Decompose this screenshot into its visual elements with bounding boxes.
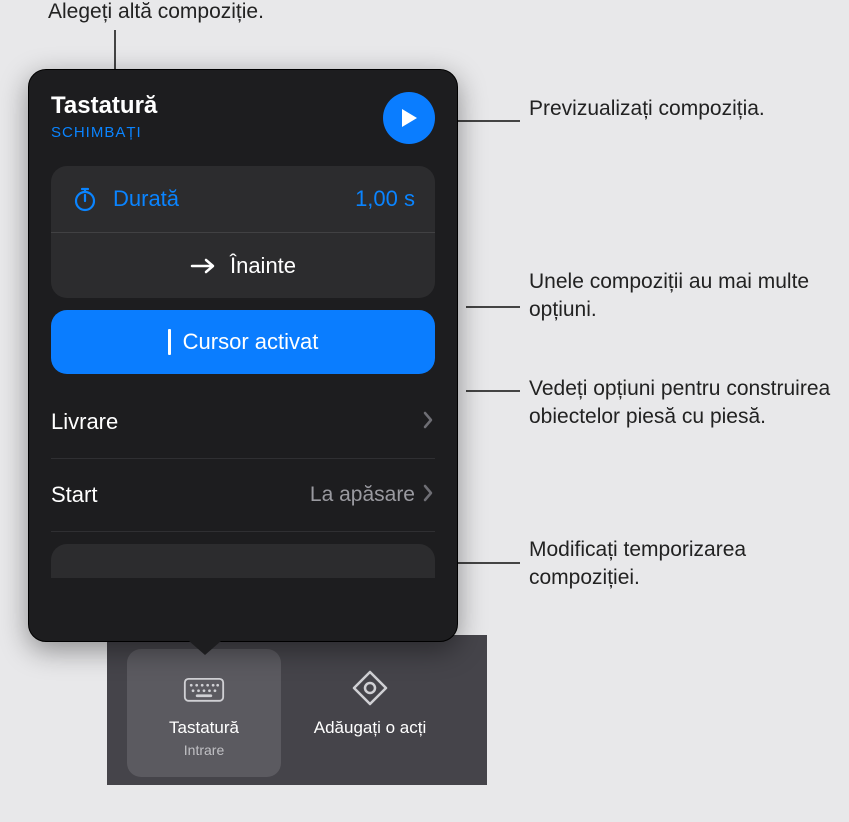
play-icon bbox=[399, 107, 419, 129]
tray-item-title: Adăugați o acți bbox=[314, 718, 426, 738]
cursor-toggle-button[interactable]: Cursor activat bbox=[51, 310, 435, 374]
duration-label: Durată bbox=[113, 186, 179, 212]
callout-text: Alegeți altă compoziție. bbox=[48, 0, 264, 23]
build-tray: Tastatură Intrare Adăugați o acți bbox=[107, 635, 487, 785]
divider bbox=[51, 531, 435, 532]
keyboard-icon bbox=[183, 668, 225, 708]
delivery-row[interactable]: Livrare bbox=[51, 386, 435, 458]
timer-icon bbox=[71, 185, 99, 213]
callout-text: Modificați temporizarea compoziției. bbox=[529, 538, 746, 589]
add-action-row-peek[interactable] bbox=[51, 544, 435, 578]
start-label: Start bbox=[51, 482, 97, 508]
chevron-right-icon bbox=[423, 482, 433, 508]
title-block: Tastatură SCHIMBAȚI bbox=[51, 92, 157, 141]
callout-choose-other: Alegeți altă compoziție. bbox=[48, 0, 264, 26]
callout-more-options: Unele compoziții au mai multe opțiuni. bbox=[529, 268, 849, 325]
preview-play-button[interactable] bbox=[383, 92, 435, 144]
callout-text: Vedeți opțiuni pentru construirea obiect… bbox=[529, 377, 830, 428]
callout-line bbox=[466, 390, 520, 392]
chevron-right-icon bbox=[423, 409, 433, 435]
callout-text: Previzualizați compoziția. bbox=[529, 97, 765, 120]
add-action-icon bbox=[349, 668, 391, 708]
start-value: La apăsare bbox=[310, 483, 415, 507]
popover-title: Tastatură bbox=[51, 92, 157, 120]
callout-text: Unele compoziții au mai multe opțiuni. bbox=[529, 270, 809, 321]
callout-change-timing: Modificați temporizarea compoziției. bbox=[529, 536, 849, 593]
tray-item-subtitle: Intrare bbox=[184, 742, 224, 758]
cursor-icon bbox=[168, 329, 171, 355]
change-button[interactable]: SCHIMBAȚI bbox=[51, 124, 157, 141]
tray-item-title: Tastatură bbox=[169, 718, 239, 738]
tray-item-add-action[interactable]: Adăugați o acți bbox=[293, 649, 447, 777]
direction-row[interactable]: Înainte bbox=[51, 232, 435, 298]
duration-row[interactable]: Durată 1,00 s bbox=[51, 166, 435, 232]
start-row[interactable]: Start La apăsare bbox=[51, 459, 435, 531]
callout-line bbox=[466, 306, 520, 308]
tray-item-subtitle bbox=[368, 742, 372, 758]
tray-item-tastatura[interactable]: Tastatură Intrare bbox=[127, 649, 281, 777]
build-options-popover: Tastatură SCHIMBAȚI Durată 1,00 s bbox=[28, 69, 458, 642]
composition-block: Durată 1,00 s Înainte bbox=[51, 166, 435, 298]
cursor-label: Cursor activat bbox=[183, 329, 319, 355]
duration-value: 1,00 s bbox=[355, 186, 415, 212]
callout-preview: Previzualizați compoziția. bbox=[529, 95, 765, 123]
callout-build-options: Vedeți opțiuni pentru construirea obiect… bbox=[529, 375, 849, 432]
direction-label: Înainte bbox=[230, 253, 296, 279]
arrow-right-icon bbox=[190, 258, 216, 274]
delivery-label: Livrare bbox=[51, 409, 118, 435]
popover-header: Tastatură SCHIMBAȚI bbox=[51, 92, 435, 144]
